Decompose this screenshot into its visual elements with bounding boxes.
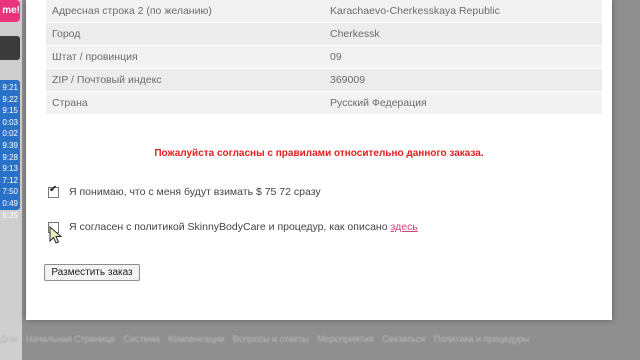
footer-link[interactable]: Связаться xyxy=(382,334,425,344)
table-row: Адресная строка 2 (по желанию) Karachaev… xyxy=(46,0,602,23)
policy-consent-label: Я согласен с политикой SkinnyBodyCare и … xyxy=(69,221,388,233)
mouse-cursor-icon xyxy=(49,226,63,244)
city-label: Город xyxy=(46,22,324,46)
footer-link[interactable]: Начальная Страница xyxy=(26,334,115,344)
address-table: Адресная строка 2 (по желанию) Karachaev… xyxy=(46,0,602,115)
footer-link[interactable]: Политика и процедуры xyxy=(434,334,530,344)
zip-value: 369009 xyxy=(324,68,602,92)
address-line2-label: Адресная строка 2 (по желанию) xyxy=(46,0,324,23)
country-value: Русский Федерация xyxy=(324,91,602,115)
footer-link[interactable]: Мероприятия xyxy=(317,334,373,344)
time-item[interactable]: 6:35 xyxy=(0,210,20,222)
checkmark-icon: ✔ xyxy=(49,183,58,195)
state-value: 09 xyxy=(324,45,602,69)
city-value: Cherkessk xyxy=(324,22,602,46)
sidebar-time-list: 9:21 9:22 9:15 0:03 0:02 9:39 9:28 9:13 … xyxy=(0,80,20,220)
time-item[interactable]: 0:03 xyxy=(0,117,20,129)
policy-link[interactable]: здесь xyxy=(391,221,418,233)
table-row: Страна Русский Федерация xyxy=(46,91,602,115)
left-sidebar: me! 9:21 9:22 9:15 0:03 0:02 9:39 9:28 9… xyxy=(0,0,22,360)
charge-consent-checkbox[interactable]: ✔ xyxy=(48,183,59,198)
address-line2-value: Karachaevo-Cherkesskaya Republic xyxy=(324,0,602,23)
place-order-button[interactable]: Разместить заказ xyxy=(44,264,140,281)
time-item[interactable]: 9:39 xyxy=(0,140,20,152)
charge-consent-label: Я понимаю, что с меня будут взимать $ 75… xyxy=(69,186,321,198)
time-item[interactable]: 9:15 xyxy=(0,105,20,117)
time-item[interactable]: 9:22 xyxy=(0,94,20,106)
time-item[interactable]: 9:28 xyxy=(0,152,20,164)
state-label: Штат / провинция xyxy=(46,45,324,69)
checkout-page: Адресная строка 2 (по желанию) Karachaev… xyxy=(26,0,612,320)
time-item[interactable]: 7:50 xyxy=(0,186,20,198)
time-item[interactable]: 9:13 xyxy=(0,163,20,175)
promo-badge[interactable]: me! xyxy=(0,0,20,22)
charge-consent-row: ✔ Я понимаю, что с меня будут взимать $ … xyxy=(48,183,321,198)
table-row: Штат / провинция 09 xyxy=(46,45,602,69)
footer-link[interactable]: Дом xyxy=(0,334,17,344)
country-label: Страна xyxy=(46,91,324,115)
sidebar-dark-button[interactable] xyxy=(0,36,20,60)
footer-link[interactable]: Вопросы и ответы xyxy=(233,334,309,344)
time-item[interactable]: 7:12 xyxy=(0,175,20,187)
policy-consent-row: Я согласен с политикой SkinnyBodyCare и … xyxy=(48,221,418,233)
time-item[interactable]: 0:49 xyxy=(0,198,20,210)
footer-link[interactable]: Система xyxy=(124,334,160,344)
table-row: ZIP / Почтовый индекс 369009 xyxy=(46,68,602,92)
footer-links: Дом Начальная Страница Система Компенсац… xyxy=(0,334,640,348)
promo-badge-text: me! xyxy=(2,5,20,16)
time-item[interactable]: 9:21 xyxy=(0,82,20,94)
footer-link[interactable]: Компенсации xyxy=(168,334,224,344)
time-item[interactable]: 0:02 xyxy=(0,128,20,140)
zip-label: ZIP / Почтовый индекс xyxy=(46,68,324,92)
table-row: Город Cherkessk xyxy=(46,22,602,46)
agree-warning-message: Пожалуйста согласны с правилами относите… xyxy=(154,148,484,159)
